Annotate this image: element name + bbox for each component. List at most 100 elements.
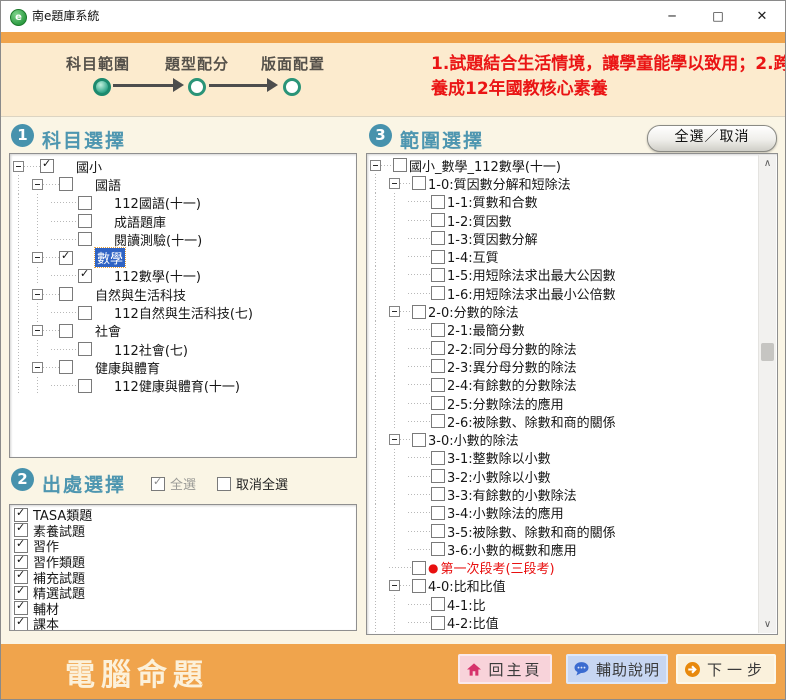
tree-checkbox[interactable] — [78, 232, 92, 246]
source-list-item[interactable]: 素養試題 — [10, 523, 356, 539]
tree-row[interactable]: 1-5:用短除法求出最大公因數 — [367, 266, 758, 284]
tree-label[interactable]: 2-1:最簡分數 — [447, 320, 525, 339]
tree-row[interactable]: 成語題庫 — [10, 212, 356, 230]
tree-row[interactable]: 112社會(七) — [10, 340, 356, 358]
tree-label[interactable]: 1-5:用短除法求出最大公因數 — [447, 265, 616, 284]
tree-row[interactable]: 3-4:小數除法的應用 — [367, 504, 758, 522]
tree-checkbox[interactable] — [431, 213, 445, 227]
tree-checkbox[interactable] — [431, 268, 445, 282]
deselect-all-checkbox-icon[interactable] — [217, 477, 231, 491]
tree-checkbox[interactable] — [412, 561, 426, 575]
tree-checkbox[interactable] — [59, 287, 73, 301]
tree-label[interactable]: 健康與體育 — [95, 358, 160, 377]
tree-label[interactable]: 112自然與生活科技(七) — [114, 303, 253, 322]
tree-row[interactable]: 1-6:用短除法求出最小公倍數 — [367, 284, 758, 302]
tree-row[interactable]: 2-5:分數除法的應用 — [367, 394, 758, 412]
tree-label[interactable]: 2-4:有餘數的分數除法 — [447, 375, 577, 394]
tree-label[interactable]: 3-5:被除數、除數和商的關係 — [447, 522, 616, 541]
tree-checkbox[interactable] — [412, 305, 426, 319]
expand-collapse-icon[interactable] — [13, 161, 24, 172]
minimize-button[interactable]: ─ — [655, 1, 689, 32]
tree-row[interactable]: 健康與體育 — [10, 358, 356, 376]
tree-row[interactable]: 3-6:小數的概數和應用 — [367, 540, 758, 558]
tree-checkbox[interactable] — [59, 360, 73, 374]
next-step-button[interactable]: 下一步 — [676, 654, 776, 684]
select-all-checkbox[interactable]: 全選 — [151, 474, 196, 493]
tree-checkbox[interactable] — [431, 487, 445, 501]
tree-checkbox[interactable] — [431, 378, 445, 392]
tree-label[interactable]: 3-1:整數除以小數 — [447, 448, 551, 467]
tree-label[interactable]: 國小 — [76, 157, 102, 176]
tree-checkbox[interactable] — [431, 396, 445, 410]
tree-checkbox[interactable] — [412, 433, 426, 447]
tree-checkbox[interactable] — [393, 158, 407, 172]
tree-label[interactable]: 2-6:被除數、除數和商的關係 — [447, 412, 616, 431]
tree-checkbox[interactable] — [59, 251, 73, 265]
tree-row[interactable]: 國小 — [10, 157, 356, 175]
tree-row[interactable]: 112國語(十一) — [10, 194, 356, 212]
tree-label[interactable]: 1-3:質因數分解 — [447, 229, 538, 248]
tree-checkbox[interactable] — [431, 414, 445, 428]
tree-row[interactable]: 3-0:小數的除法 — [367, 430, 758, 448]
source-checkbox[interactable] — [14, 586, 28, 600]
source-checkbox[interactable] — [14, 508, 28, 522]
tree-row[interactable]: 1-2:質因數 — [367, 211, 758, 229]
tree-label[interactable]: 112社會(七) — [114, 340, 188, 359]
tree-checkbox[interactable] — [78, 269, 92, 283]
source-list-item[interactable]: 精選試題 — [10, 585, 356, 601]
expand-collapse-icon[interactable] — [32, 289, 43, 300]
tree-row[interactable]: 數學 — [10, 248, 356, 266]
tree-label[interactable]: 3-6:小數的概數和應用 — [447, 540, 577, 559]
tree-label[interactable]: 第一次段考(三段考) — [440, 558, 554, 577]
tree-checkbox[interactable] — [431, 231, 445, 245]
tree-checkbox[interactable] — [431, 469, 445, 483]
source-list-item[interactable]: 輔材 — [10, 601, 356, 617]
expand-collapse-icon[interactable] — [389, 178, 400, 189]
tree-checkbox[interactable] — [78, 196, 92, 210]
expand-collapse-icon[interactable] — [389, 306, 400, 317]
tree-label[interactable]: 4-2:比值 — [447, 613, 499, 632]
tree-row[interactable]: 2-3:異分母分數的除法 — [367, 357, 758, 375]
tree-checkbox[interactable] — [431, 286, 445, 300]
tree-checkbox[interactable] — [431, 323, 445, 337]
tree-checkbox[interactable] — [431, 616, 445, 630]
tree-row[interactable]: 3-2:小數除以小數 — [367, 467, 758, 485]
maximize-button[interactable]: □ — [701, 1, 735, 32]
deselect-all-checkbox[interactable]: 取消全選 — [217, 474, 288, 493]
expand-collapse-icon[interactable] — [32, 252, 43, 263]
tree-label[interactable]: 3-4:小數除法的應用 — [447, 503, 564, 522]
expand-collapse-icon[interactable] — [389, 580, 400, 591]
tree-row[interactable]: 國語 — [10, 175, 356, 193]
expand-collapse-icon[interactable] — [32, 362, 43, 373]
tree-row[interactable]: 112健康與體育(十一) — [10, 377, 356, 395]
tree-row[interactable]: 4-2:比值 — [367, 613, 758, 631]
tree-row[interactable]: 1-0:質因數分解和短除法 — [367, 174, 758, 192]
tree-label[interactable]: 2-5:分數除法的應用 — [447, 394, 564, 413]
tree-label[interactable]: 國小_數學_112數學(十一) — [409, 156, 561, 175]
tree-label[interactable]: 112數學(十一) — [114, 266, 201, 285]
tree-checkbox[interactable] — [431, 506, 445, 520]
expand-collapse-icon[interactable] — [370, 160, 381, 171]
tree-checkbox[interactable] — [78, 379, 92, 393]
tree-row[interactable]: ●第一次段考(三段考) — [367, 559, 758, 577]
tree-label[interactable]: 1-1:質數和合數 — [447, 192, 538, 211]
tree-checkbox[interactable] — [78, 214, 92, 228]
tree-checkbox[interactable] — [431, 542, 445, 556]
tree-row[interactable]: 2-6:被除數、除數和商的關係 — [367, 412, 758, 430]
source-checkbox[interactable] — [14, 555, 28, 569]
close-button[interactable]: ✕ — [745, 1, 779, 32]
home-button[interactable]: 回主頁 — [458, 654, 552, 684]
tree-label[interactable]: 112健康與體育(十一) — [114, 376, 240, 395]
source-checkbox[interactable] — [14, 570, 28, 584]
tree-row[interactable]: 國小_數學_112數學(十一) — [367, 156, 758, 174]
tree-label[interactable]: 1-2:質因數 — [447, 211, 512, 230]
tree-row[interactable]: 1-1:質數和合數 — [367, 193, 758, 211]
expand-collapse-icon[interactable] — [32, 325, 43, 336]
tree-label[interactable]: 數學 — [95, 248, 125, 267]
tree-row[interactable]: 社會 — [10, 322, 356, 340]
tree-label[interactable]: 3-3:有餘數的小數除法 — [447, 485, 577, 504]
source-checkbox[interactable] — [14, 539, 28, 553]
tree-row[interactable]: 3-5:被除數、除數和商的關係 — [367, 522, 758, 540]
tree-label[interactable]: 1-4:互質 — [447, 247, 499, 266]
tree-label[interactable]: 1-0:質因數分解和短除法 — [428, 174, 571, 193]
